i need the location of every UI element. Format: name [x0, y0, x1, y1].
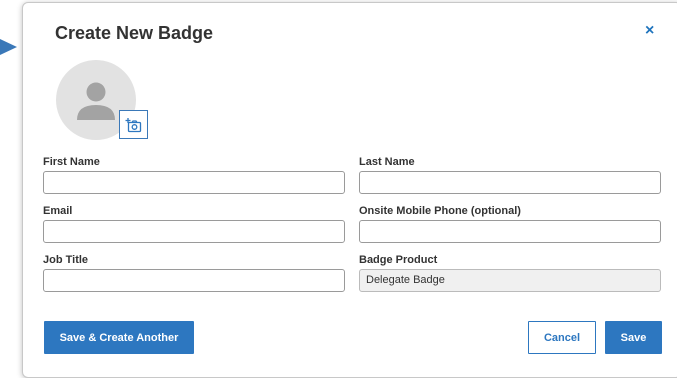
email-input[interactable]: [43, 220, 345, 243]
last-name-input[interactable]: [359, 171, 661, 194]
first-name-label: First Name: [43, 156, 100, 168]
cancel-button[interactable]: Cancel: [528, 321, 596, 354]
modal-title: Create New Badge: [55, 23, 214, 43]
save-button[interactable]: Save: [605, 321, 662, 354]
job-title-label: Job Title: [43, 254, 89, 266]
first-name-input[interactable]: [43, 171, 345, 194]
badge-product-field: Delegate Badge: [359, 269, 661, 292]
save-create-another-button[interactable]: Save & Create Another: [44, 321, 194, 354]
create-badge-modal: Create New Badge × First Name Last Name …: [22, 2, 677, 378]
job-title-input[interactable]: [43, 269, 345, 292]
email-label: Email: [43, 205, 73, 217]
badge-product-label: Badge Product: [359, 254, 438, 266]
onsite-phone-input[interactable]: [359, 220, 661, 243]
pointer-arrow-icon: [0, 39, 17, 55]
upload-photo-button[interactable]: [119, 110, 148, 139]
add-photo-icon: [125, 117, 141, 132]
onsite-phone-label: Onsite Mobile Phone (optional): [359, 205, 521, 217]
last-name-label: Last Name: [359, 156, 415, 168]
close-icon[interactable]: ×: [645, 21, 654, 41]
